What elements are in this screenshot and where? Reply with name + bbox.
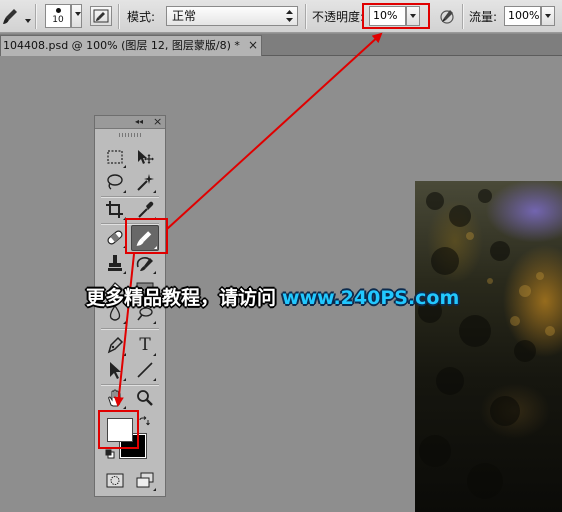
tool-preset-dropdown[interactable] xyxy=(22,12,31,23)
blend-mode-value: 正常 xyxy=(172,9,197,23)
brush-tip-dot xyxy=(56,8,61,13)
brush-panel-icon xyxy=(93,9,109,23)
flyout-indicator xyxy=(123,271,126,274)
rectangular-marquee-tool[interactable] xyxy=(103,146,127,169)
default-colors-icon[interactable] xyxy=(105,449,115,459)
document-tab-bar: 104408.psd @ 100% (图层 12, 图层蒙版/8) * × xyxy=(0,34,562,56)
tool-preset-picker[interactable] xyxy=(0,4,22,28)
separator xyxy=(462,4,463,29)
flyout-indicator xyxy=(153,271,156,274)
brush-size-label: 10 xyxy=(52,15,64,25)
type-tool[interactable]: T xyxy=(133,334,157,357)
tools-separator xyxy=(101,196,159,197)
brush-preset-picker[interactable]: 10 xyxy=(45,4,71,28)
flyout-indicator xyxy=(123,406,126,409)
zoom-icon xyxy=(137,390,153,406)
flyout-indicator xyxy=(123,378,126,381)
mode-label: 模式: xyxy=(127,10,156,24)
flyout-indicator xyxy=(123,165,126,168)
path-selection-tool[interactable] xyxy=(103,359,127,382)
flow-dropdown[interactable] xyxy=(541,6,555,26)
tools-separator xyxy=(101,384,159,385)
separator xyxy=(305,4,306,29)
flyout-indicator xyxy=(153,378,156,381)
close-icon[interactable]: × xyxy=(248,36,258,55)
document-tab[interactable]: 104408.psd @ 100% (图层 12, 图层蒙版/8) * × xyxy=(0,35,262,56)
close-icon[interactable]: × xyxy=(153,115,162,128)
flyout-indicator xyxy=(123,190,126,193)
flyout-indicator xyxy=(153,321,156,324)
foreground-color-highlight-box xyxy=(98,410,139,449)
arrow-to-opacity xyxy=(166,32,383,230)
watermark-url: www.240PS.com xyxy=(282,287,460,309)
updown-arrows-icon xyxy=(286,10,293,22)
flyout-indicator xyxy=(123,353,126,356)
tools-separator xyxy=(101,328,159,329)
history-brush-tool[interactable] xyxy=(133,252,157,275)
clone-stamp-tool[interactable] xyxy=(103,252,127,275)
pressure-opacity-toggle[interactable] xyxy=(436,6,458,26)
flyout-indicator xyxy=(153,353,156,356)
document-tab-title: 104408.psd @ 100% (图层 12, 图层蒙版/8) * xyxy=(3,39,240,52)
flyout-indicator xyxy=(153,488,156,491)
flyout-indicator xyxy=(153,190,156,193)
panel-grip[interactable] xyxy=(119,133,141,137)
screen-mode-button[interactable] xyxy=(133,469,157,492)
collapse-icon[interactable]: ◂◂ xyxy=(135,116,143,128)
tools-panel-titlebar[interactable]: ◂◂ × xyxy=(95,115,165,129)
lasso-tool[interactable] xyxy=(103,171,127,194)
foliage-texture xyxy=(418,189,555,499)
hand-tool[interactable] xyxy=(103,387,127,410)
pen-tool[interactable] xyxy=(103,334,127,357)
flow-label: 流量: xyxy=(469,10,498,24)
magic-wand-tool[interactable] xyxy=(133,171,157,194)
separator xyxy=(118,4,119,29)
healing-brush-tool[interactable] xyxy=(103,226,127,249)
line-tool[interactable] xyxy=(133,359,157,382)
zoom-tool[interactable] xyxy=(133,387,157,410)
brush-preset-dropdown[interactable] xyxy=(71,4,82,28)
brush-tool-icon xyxy=(3,9,17,24)
separator xyxy=(35,4,36,29)
flow-field[interactable]: 100% xyxy=(504,6,541,26)
brush-panel-toggle[interactable] xyxy=(90,6,112,26)
move-icon xyxy=(138,150,154,164)
crop-tool[interactable] xyxy=(103,198,127,221)
options-bar: 10 模式: 正常 不透明度: 10% 流量: 100% xyxy=(0,0,562,33)
opacity-highlight-box xyxy=(362,3,430,29)
brush-tool-highlight-box xyxy=(125,218,168,254)
quick-mask-button[interactable] xyxy=(103,469,127,492)
flyout-indicator xyxy=(123,321,126,324)
move-tool[interactable] xyxy=(133,146,157,169)
watermark-banner: 更多精品教程，请访问 www.240PS.com xyxy=(86,284,459,312)
quick-mask-icon xyxy=(106,473,124,488)
watermark-text: 更多精品教程，请访问 xyxy=(86,287,277,309)
canvas-image[interactable] xyxy=(415,181,562,512)
pressure-pen-icon xyxy=(440,10,454,24)
swap-colors-icon[interactable] xyxy=(138,416,150,428)
blend-mode-select[interactable]: 正常 xyxy=(166,6,298,26)
opacity-label: 不透明度: xyxy=(312,10,365,24)
